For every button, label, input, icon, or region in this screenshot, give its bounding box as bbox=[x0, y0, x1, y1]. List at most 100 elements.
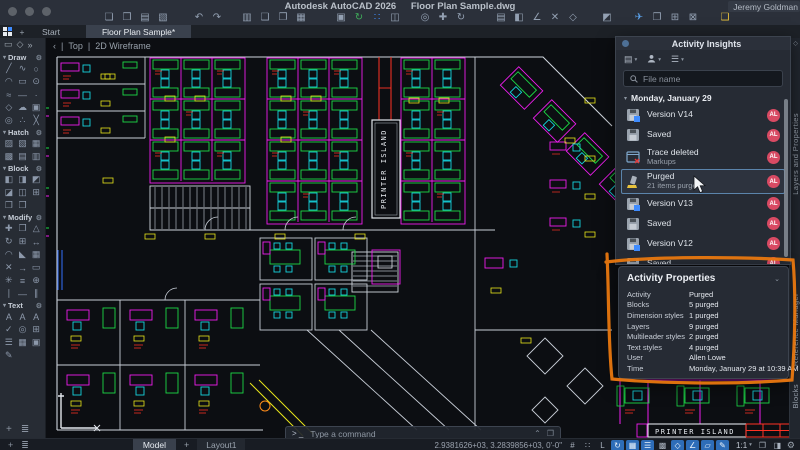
palette-tab-reference-manager[interactable]: Reference Manager bbox=[791, 293, 800, 366]
workspace-icon[interactable]: ◨ bbox=[771, 440, 784, 450]
new-file-icon[interactable]: ❏ bbox=[102, 11, 117, 24]
annotation-visibility-icon[interactable]: ❐ bbox=[756, 440, 769, 450]
tile-icon[interactable]: ⊞ bbox=[668, 11, 683, 24]
section-caret-icon[interactable]: ▾ bbox=[3, 214, 6, 221]
command-copy-icon[interactable]: ❐ bbox=[547, 429, 554, 438]
tool-mtext-icon[interactable]: A bbox=[2, 310, 16, 323]
gear-icon[interactable]: ⚙ bbox=[36, 165, 42, 173]
collapse-panel-icon[interactable]: ⌄ bbox=[774, 275, 780, 283]
tool-arc-text-icon[interactable]: ✎ bbox=[2, 349, 16, 362]
tool-point-icon[interactable]: · bbox=[29, 88, 43, 101]
palette-anchor-icon[interactable]: ◇ bbox=[793, 40, 798, 47]
tool-chamfer-icon[interactable]: ◣ bbox=[16, 248, 30, 261]
date-group-header[interactable]: ▾ Monday, January 29 bbox=[616, 89, 790, 105]
activity-item-version-v12[interactable]: Version V12AL bbox=[621, 234, 785, 254]
tool-polygon-icon[interactable]: ◇ bbox=[2, 101, 16, 114]
section-modify[interactable]: ▾Modify⚙ bbox=[0, 212, 45, 222]
section-text[interactable]: ▾Text⚙ bbox=[0, 300, 45, 310]
viewport-view-control[interactable]: Top bbox=[68, 41, 83, 51]
tool-line-icon[interactable]: ╱ bbox=[2, 62, 16, 75]
recover-icon[interactable]: ↻ bbox=[352, 11, 367, 24]
command-input[interactable]: Type a command bbox=[310, 429, 375, 439]
tool-solid-icon[interactable]: ▩ bbox=[2, 150, 16, 163]
tool-write-block-icon[interactable]: ◪ bbox=[2, 186, 16, 199]
layout1-tab[interactable]: Layout1 bbox=[197, 439, 245, 450]
windows-icon[interactable]: ❐ bbox=[650, 11, 665, 24]
command-line[interactable]: > _ Type a command ⌃ ❐ bbox=[285, 426, 561, 438]
tool-lengthen-icon[interactable]: — bbox=[16, 287, 30, 300]
palette-tab-blocks[interactable]: Blocks bbox=[791, 384, 800, 409]
layout-list-icon[interactable]: ≣ bbox=[21, 440, 29, 450]
new-layout-icon[interactable]: + bbox=[8, 440, 13, 450]
section-draw[interactable]: ▾Draw⚙ bbox=[0, 52, 45, 62]
undo-icon[interactable]: ↶ bbox=[192, 11, 207, 24]
snap-settings-icon[interactable]: ☰ bbox=[641, 440, 654, 450]
activity-scrollbar[interactable] bbox=[784, 99, 788, 257]
dynamic-ucs-icon[interactable]: ▱ bbox=[701, 440, 714, 450]
tool-trim-icon[interactable]: ✕ bbox=[2, 261, 16, 274]
collapse-caret-icon[interactable]: ▾ bbox=[624, 95, 627, 102]
activity-insights-header[interactable]: Activity Insights bbox=[616, 37, 790, 50]
tool-arc-icon[interactable]: ◠ bbox=[2, 75, 16, 88]
tool-gradient-icon[interactable]: ▧ bbox=[16, 137, 30, 150]
cascade-icon[interactable]: ⊠ bbox=[686, 11, 701, 24]
tool-array-icon[interactable]: ▦ bbox=[29, 248, 43, 261]
tool-offset-icon[interactable]: ≡ bbox=[16, 274, 30, 287]
tool-mirror-icon[interactable]: △ bbox=[29, 222, 43, 235]
units-icon[interactable]: ◇ bbox=[566, 11, 581, 24]
tool-fillet-icon[interactable]: ◠ bbox=[2, 248, 16, 261]
tool-rectangle-icon[interactable]: ▭ bbox=[16, 75, 30, 88]
activity-item-saved[interactable]: SavedAL bbox=[621, 254, 785, 264]
tool-donut-icon[interactable]: ◎ bbox=[2, 114, 16, 127]
tool-spell-check-icon[interactable]: ✓ bbox=[2, 323, 16, 336]
annotation-monitor-icon[interactable]: ✎ bbox=[716, 440, 729, 450]
tool-table-icon[interactable]: ▦ bbox=[16, 336, 30, 349]
drawing-compare-icon[interactable]: ◩ bbox=[600, 11, 615, 24]
expand-icon[interactable]: » bbox=[27, 40, 32, 50]
tool-scale-text-icon[interactable]: ⊞ bbox=[29, 323, 43, 336]
section-block[interactable]: ▾Block⚙ bbox=[0, 163, 45, 173]
print-icon[interactable]: ▥ bbox=[240, 11, 255, 24]
ortho-mode-icon[interactable]: L bbox=[596, 440, 609, 450]
tool-join-icon[interactable]: ⊕ bbox=[29, 274, 43, 287]
layer-properties-icon[interactable]: ▤ bbox=[494, 11, 509, 24]
tool-insert-block-icon[interactable]: ◧ bbox=[2, 173, 16, 186]
tool-copy-icon[interactable]: ❐ bbox=[16, 222, 30, 235]
tool-scale-icon[interactable]: ⊞ bbox=[16, 235, 30, 248]
file-search-input[interactable]: File name bbox=[623, 70, 783, 87]
command-history-icon[interactable]: ⌃ bbox=[534, 429, 541, 438]
viewport-collapse-icon[interactable]: ‹ bbox=[53, 41, 56, 51]
tool-create-block-icon[interactable]: ◨ bbox=[16, 173, 30, 186]
tool-ellipse-icon[interactable]: ⊙ bbox=[29, 75, 43, 88]
tool-move-icon[interactable]: ✚ bbox=[2, 222, 16, 235]
file-type-filter[interactable]: ▤▾ bbox=[624, 54, 637, 65]
tool-erase-icon[interactable]: ▭ bbox=[29, 261, 43, 274]
attach-icon[interactable]: ▣ bbox=[334, 11, 349, 24]
activity-item-saved[interactable]: SavedAL bbox=[621, 125, 785, 145]
orbit-icon[interactable]: ↻ bbox=[454, 11, 469, 24]
polar-tracking-icon[interactable]: ↻ bbox=[611, 440, 624, 450]
tool-circle-icon[interactable]: ○ bbox=[29, 62, 43, 75]
cloud-sync-icon[interactable]: ∷ bbox=[370, 11, 385, 24]
gear-icon[interactable]: ⚙ bbox=[36, 214, 42, 222]
tool-region-icon[interactable]: ▣ bbox=[29, 101, 43, 114]
tool-align-icon[interactable]: ∥ bbox=[29, 287, 43, 300]
plot-icon[interactable]: ❑ bbox=[258, 11, 273, 24]
snap-mode-icon[interactable]: ∷ bbox=[581, 440, 594, 450]
tool-spline-icon[interactable]: ≈ bbox=[2, 88, 16, 101]
viewport-visual-style-control[interactable]: 2D Wireframe bbox=[95, 41, 151, 51]
share-icon[interactable]: ✈ bbox=[632, 11, 647, 24]
tool-break-icon[interactable]: ∣ bbox=[2, 287, 16, 300]
panel-dock-icon[interactable] bbox=[622, 40, 629, 47]
count-icon[interactable]: ❑ bbox=[718, 11, 733, 24]
user-filter[interactable]: ▾ bbox=[647, 54, 661, 65]
dwg-convert-icon[interactable]: ◫ bbox=[388, 11, 403, 24]
open-file-icon[interactable]: ❒ bbox=[120, 11, 135, 24]
hatch-display-icon[interactable]: ▩ bbox=[656, 440, 669, 450]
tool-boundary-icon[interactable]: ▦ bbox=[29, 137, 43, 150]
tool-xline-icon[interactable]: — bbox=[16, 88, 30, 101]
tool-single-line-text-icon[interactable]: A bbox=[16, 310, 30, 323]
tool-construction-line-icon[interactable]: ╳ bbox=[29, 114, 43, 127]
section-caret-icon[interactable]: ▾ bbox=[3, 165, 6, 172]
section-hatch[interactable]: ▾Hatch⚙ bbox=[0, 127, 45, 137]
